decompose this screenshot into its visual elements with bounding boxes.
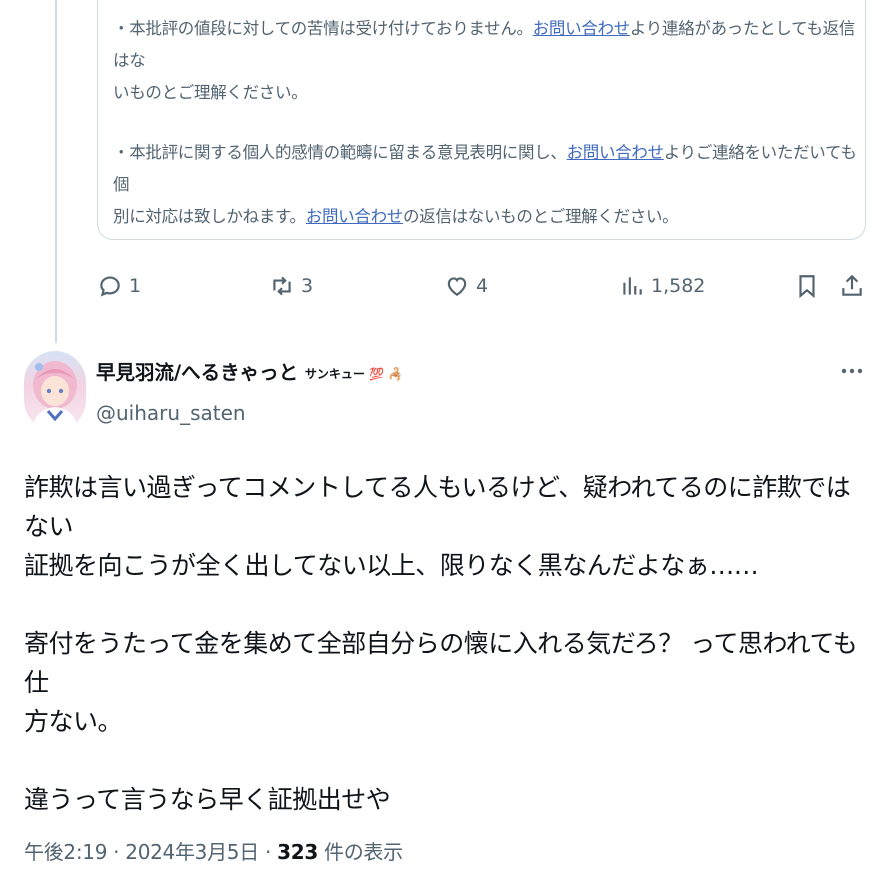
- quoted-card[interactable]: ・本批評の値段に対しての苦情は受け付けておりません。お問い合わせより連絡があった…: [97, 0, 866, 240]
- timestamp[interactable]: 午後2:19 · 2024年3月5日 ·: [24, 840, 277, 864]
- more-options-button[interactable]: [838, 357, 866, 385]
- like-button[interactable]: 4: [444, 262, 488, 310]
- name-emoji: サンキュー 💯 🦂: [304, 366, 404, 381]
- repost-icon: [273, 276, 291, 296]
- like-icon: [447, 277, 467, 296]
- repost-button[interactable]: 3: [269, 262, 313, 310]
- thread-connector-line: [55, 0, 57, 343]
- reply-icon: [100, 276, 120, 297]
- reply-button[interactable]: 1: [97, 262, 141, 310]
- views-button[interactable]: 1,582: [619, 262, 705, 310]
- bookmark-icon: [799, 275, 815, 299]
- display-name[interactable]: 早見羽流/へるきゃっと サンキュー 💯 🦂: [96, 356, 403, 385]
- bookmark-button[interactable]: [794, 262, 820, 310]
- contact-link[interactable]: お問い合わせ: [306, 207, 404, 226]
- views-label: 件の表示: [317, 840, 403, 864]
- quoted-paragraph-2: ・本批評に関する個人的感情の範疇に留まる意見表明に関し、お問い合わせよりご連絡を…: [113, 143, 857, 226]
- like-count: 4: [476, 275, 489, 297]
- tweet-body: 詐欺は言い過ぎってコメントしてる人もいるけど、疑われてるのに詐欺ではない 証拠を…: [24, 468, 874, 858]
- user-handle[interactable]: @uiharu_saten: [96, 401, 246, 425]
- tweet-paragraph: 違うって言うなら早く証拠出せや: [24, 785, 391, 814]
- views-number: 323: [277, 840, 318, 864]
- tweet-paragraph: 詐欺は言い過ぎってコメントしてる人もいるけど、疑われてるのに詐欺ではない 証拠を…: [24, 473, 851, 580]
- contact-link[interactable]: お問い合わせ: [533, 19, 631, 38]
- avatar-illustration: [32, 361, 78, 431]
- share-icon: [842, 274, 862, 296]
- quoted-card-text: ・本批評の値段に対しての苦情は受け付けておりません。お問い合わせより連絡があった…: [113, 13, 858, 261]
- quoted-paragraph-1: ・本批評の値段に対しての苦情は受け付けておりません。お問い合わせより連絡があった…: [113, 19, 856, 102]
- repost-count: 3: [301, 275, 314, 297]
- views-count: 1,582: [651, 275, 706, 297]
- tweet-action-bar: 1 3 4 1,582: [97, 262, 867, 310]
- reply-count: 1: [129, 275, 142, 297]
- tweet-metadata: 午後2:19 · 2024年3月5日 · 323 件の表示: [24, 836, 403, 865]
- contact-link[interactable]: お問い合わせ: [567, 143, 665, 162]
- views-icon: [623, 277, 642, 295]
- more-icon: [841, 368, 863, 374]
- avatar[interactable]: [24, 351, 86, 431]
- share-button[interactable]: [839, 262, 865, 310]
- tweet-paragraph: 寄付をうたって金を集めて全部自分らの懐に入れる気だろ？ って思われても仕 方ない…: [24, 629, 858, 736]
